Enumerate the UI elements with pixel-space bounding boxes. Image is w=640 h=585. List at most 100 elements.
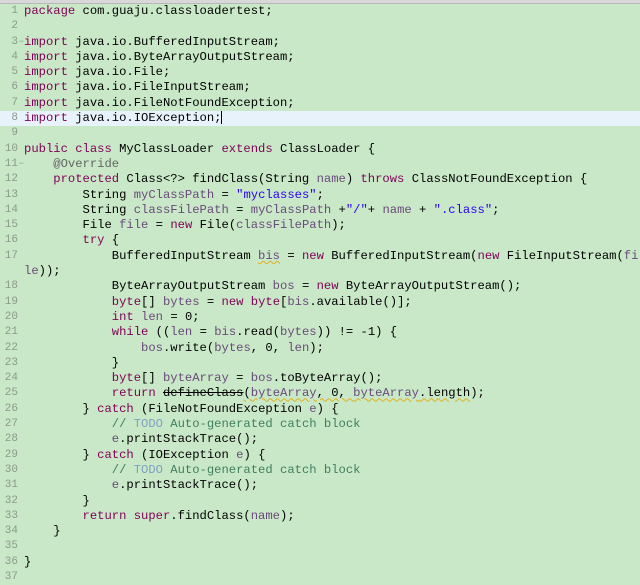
code-text: ByteArrayOutputStream();: [338, 279, 522, 294]
code-text: );: [331, 218, 346, 233]
code-line[interactable]: 27 // TODO Auto-generated catch block: [0, 417, 640, 432]
code-line[interactable]: 7 import java.io.FileNotFoundException;: [0, 96, 640, 111]
code-text: String: [24, 187, 134, 202]
code-text: .available()];: [309, 294, 412, 309]
line-number: 11−: [0, 157, 24, 172]
keyword: return: [111, 386, 156, 401]
comment: Auto-generated catch block: [162, 417, 361, 432]
code-line[interactable]: 6 import java.io.FileInputStream;: [0, 80, 640, 95]
code-line[interactable]: 15 File file = new File(classFilePath);: [0, 218, 640, 233]
line-number: 15: [4, 219, 18, 232]
code-text: ByteArrayOutputStream: [24, 279, 273, 294]
code-line[interactable]: 22 bos.write(bytes, 0, len);: [0, 341, 640, 356]
code-text: }: [24, 401, 98, 416]
code-text: }: [24, 524, 61, 539]
code-line[interactable]: 28 e.printStackTrace();: [0, 432, 640, 447]
code-text: .printStackTrace();: [119, 432, 259, 447]
identifier: e: [111, 478, 120, 493]
code-line[interactable]: 33 return super.findClass(name);: [0, 509, 640, 524]
code-line[interactable]: 5 import java.io.File;: [0, 65, 640, 80]
keyword: new: [316, 279, 339, 294]
line-number: 33: [4, 509, 18, 522]
line-code: e.printStackTrace();: [24, 432, 640, 447]
identifier: name: [316, 172, 346, 187]
code-line[interactable]: 19 byte[] bytes = new byte[bis.available…: [0, 295, 640, 310]
code-text: ));: [38, 264, 61, 279]
code-line[interactable]: 12 protected Class<?> findClass(String n…: [0, 172, 640, 187]
code-line[interactable]: 17 BufferedInputStream bis = new Buffere…: [0, 249, 640, 280]
code-line[interactable]: 29 } catch (IOException e) {: [0, 448, 640, 463]
keyword: new: [477, 248, 500, 263]
code-line[interactable]: 11− @Override: [0, 157, 640, 172]
line-code: return defineClass(byteArray, 0, byteArr…: [24, 386, 640, 401]
code-text: +: [411, 202, 434, 217]
code-line[interactable]: 3− import java.io.BufferedInputStream;: [0, 35, 640, 50]
identifier: bytes: [162, 294, 200, 309]
identifier: name: [382, 202, 412, 217]
identifier: e: [309, 401, 317, 416]
code-line[interactable]: 23 }: [0, 356, 640, 371]
code-line[interactable]: 26 } catch (FileNotFoundException e) {: [0, 402, 640, 417]
code-line[interactable]: 1 package com.guaju.classloadertest;: [0, 4, 640, 19]
todo-tag: TODO: [133, 462, 163, 477]
fold-toggle-icon[interactable]: −: [19, 157, 24, 172]
code-line[interactable]: 31 e.printStackTrace();: [0, 478, 640, 493]
line-code: ByteArrayOutputStream bos = new ByteArra…: [24, 279, 640, 294]
code-text: java.io.IOException;: [67, 111, 222, 126]
code-line[interactable]: 24 byte[] byteArray = bos.toByteArray();: [0, 371, 640, 386]
code-text: );: [470, 386, 485, 401]
code-editor[interactable]: 1 package com.guaju.classloadertest; 2 3− im…: [0, 4, 640, 585]
comment: Auto-generated catch block: [162, 462, 361, 477]
line-number: 7: [11, 96, 18, 109]
code-line[interactable]: 8 import java.io.IOException;: [0, 111, 640, 127]
keyword: public class: [24, 141, 112, 156]
line-code: package com.guaju.classloadertest;: [24, 4, 640, 19]
line-code: } catch (IOException e) {: [24, 448, 640, 463]
line-number: 8: [11, 112, 18, 125]
keyword: while: [111, 325, 149, 340]
identifier: len: [141, 309, 163, 324]
code-text: com.guaju.classloadertest;: [75, 4, 273, 18]
code-line[interactable]: 35: [0, 539, 640, 554]
code-text: .length: [419, 386, 471, 401]
identifier: classFilePath: [133, 202, 229, 217]
code-line[interactable]: 9: [0, 126, 640, 141]
line-code: // TODO Auto-generated catch block: [24, 417, 640, 432]
code-line[interactable]: 20 int len = 0;: [0, 310, 640, 325]
line-number: 20: [4, 310, 18, 323]
line-number: 19: [4, 295, 18, 308]
line-code: }: [24, 356, 640, 371]
line-number: 16: [4, 234, 18, 247]
code-line[interactable]: 25 return defineClass(byteArray, 0, byte…: [0, 386, 640, 401]
code-text: (: [243, 386, 251, 401]
line-code: e.printStackTrace();: [24, 478, 640, 493]
identifier: myClassPath: [250, 202, 332, 217]
line-number: 13: [4, 188, 18, 201]
code-text: =: [192, 325, 215, 340]
code-text: , 0,: [250, 340, 288, 355]
code-line[interactable]: 37: [0, 570, 640, 585]
code-line[interactable]: 21 while ((len = bis.read(bytes)) != -1)…: [0, 325, 640, 340]
identifier: byteArray: [353, 386, 419, 401]
fold-toggle-icon[interactable]: −: [19, 35, 24, 50]
code-text: []: [141, 294, 163, 309]
code-line[interactable]: 10 public class MyClassLoader extends Cla…: [0, 142, 640, 157]
code-line[interactable]: 18 ByteArrayOutputStream bos = new ByteA…: [0, 279, 640, 294]
code-line[interactable]: 4 import java.io.ByteArrayOutputStream;: [0, 50, 640, 65]
code-line[interactable]: 34 }: [0, 524, 640, 539]
keyword: new: [301, 248, 324, 263]
code-line[interactable]: 16 try {: [0, 233, 640, 248]
code-line[interactable]: 32 }: [0, 494, 640, 509]
line-code: String myClassPath = "myclasses";: [24, 188, 640, 203]
code-text: ) {: [316, 401, 339, 416]
code-line[interactable]: 2: [0, 19, 640, 34]
line-code: }: [24, 555, 640, 570]
identifier: file: [119, 218, 149, 233]
code-line[interactable]: 30 // TODO Auto-generated catch block: [0, 463, 640, 478]
code-line[interactable]: 13 String myClassPath = "myclasses";: [0, 188, 640, 203]
code-line[interactable]: 36}: [0, 555, 640, 570]
code-line[interactable]: 14 String classFilePath = myClassPath +"…: [0, 203, 640, 218]
